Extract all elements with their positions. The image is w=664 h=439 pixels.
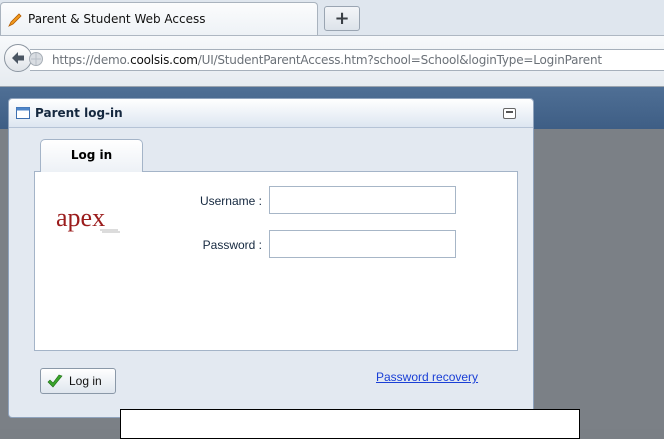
tab-log-in[interactable]: Log in: [40, 139, 143, 172]
maximize-icon[interactable]: [503, 108, 516, 119]
password-label: Password :: [202, 238, 262, 252]
new-tab-button[interactable]: +: [324, 6, 360, 31]
new-tab-label: +: [334, 8, 350, 29]
tab-log-in-label: Log in: [70, 148, 113, 162]
url-path: /UI/StudentParentAccess.htm?school=Schoo…: [197, 53, 602, 67]
url-prefix: https://demo.: [52, 53, 131, 67]
globe-icon: [29, 52, 43, 66]
checkmark-icon: [47, 374, 63, 388]
browser-navbar: https://demo.coolsis.com/UI/StudentParen…: [0, 36, 664, 87]
password-recovery-link[interactable]: Password recovery: [376, 370, 478, 384]
tab-title: Parent & Student Web Access: [28, 12, 206, 26]
apex-logo: apex: [56, 203, 120, 233]
window-icon: [16, 107, 30, 119]
dialog-header: Parent log-in: [9, 99, 533, 128]
browser-tab[interactable]: Parent & Student Web Access: [0, 2, 318, 35]
url-domain: coolsis.com: [130, 53, 198, 67]
log-in-button[interactable]: Log in: [40, 368, 116, 394]
pencil-icon: [8, 13, 22, 27]
username-label: Username :: [199, 194, 262, 208]
log-in-button-label: Log in: [69, 374, 102, 388]
username-input[interactable]: [269, 186, 456, 214]
browser-tab-strip: Parent & Student Web Access +: [0, 0, 664, 36]
dialog-title: Parent log-in: [35, 106, 123, 120]
overlay-box: [120, 409, 580, 439]
logo-text: apex: [56, 203, 105, 232]
url-text[interactable]: https://demo.coolsis.com/UI/StudentParen…: [52, 53, 602, 67]
password-input[interactable]: [269, 230, 456, 258]
